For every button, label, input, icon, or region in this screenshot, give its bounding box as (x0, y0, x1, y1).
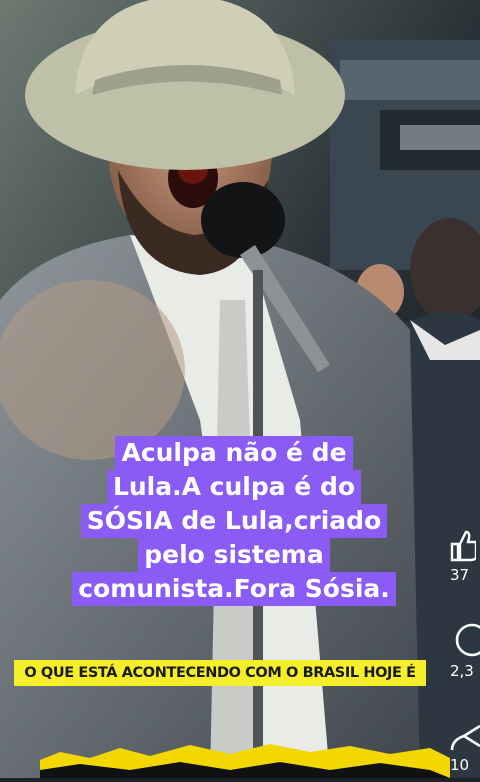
news-ticker: O QUE ESTÁ ACONTECENDO COM O BRASIL HOJE… (14, 660, 426, 686)
share-icon[interactable] (450, 722, 480, 752)
caption-line: Lula.A culpa é do (106, 470, 362, 504)
share-count: 10 (450, 756, 470, 774)
caption-line: comunista.Fora Sósia. (72, 572, 396, 606)
caption-line: Aculpa não é de (115, 436, 353, 470)
caption-line: SÓSIA de Lula,criado (80, 504, 388, 538)
thumbs-up-icon[interactable] (450, 528, 476, 562)
like-action[interactable]: 37 (450, 528, 480, 584)
comment-action[interactable]: 2,3 (450, 622, 480, 680)
comment-icon[interactable] (450, 622, 480, 658)
like-count: 37 (450, 566, 470, 584)
caption-overlay: Aculpa não é de Lula.A culpa é do SÓSIA … (66, 436, 402, 606)
share-action[interactable]: 10 (450, 722, 480, 774)
comment-count: 2,3 (450, 662, 474, 680)
caption-line: pelo sistema (138, 538, 330, 572)
